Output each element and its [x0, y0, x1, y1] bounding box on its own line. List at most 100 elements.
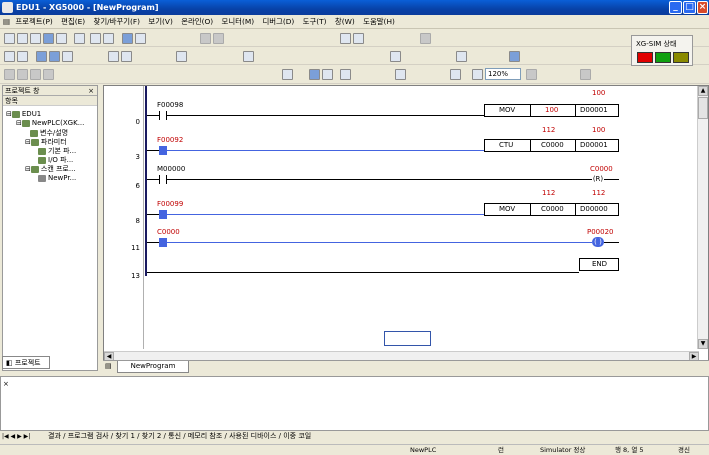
contact-no[interactable]: [159, 175, 167, 184]
scroll-thumb[interactable]: [698, 97, 708, 119]
new-file-icon[interactable]: [4, 33, 15, 44]
select-icon[interactable]: [509, 51, 520, 62]
contact-nc-icon[interactable]: [17, 69, 28, 80]
project-tab[interactable]: ◧ 프로젝트: [2, 356, 50, 369]
fit-icon[interactable]: [526, 69, 537, 80]
status-bar: NewPLC 런 Simulator 정상 행 8, 열 5 경신: [0, 444, 709, 454]
reset-coil[interactable]: (R): [592, 174, 604, 184]
stop-icon[interactable]: [135, 33, 146, 44]
view-mode-icon[interactable]: [309, 69, 320, 80]
output-tab-devices[interactable]: 사용된 디바이스: [229, 432, 276, 440]
redo-icon[interactable]: [213, 33, 224, 44]
coil-icon[interactable]: [30, 69, 41, 80]
save-icon[interactable]: [43, 33, 54, 44]
undo-icon[interactable]: [200, 33, 211, 44]
toolbar-online: [0, 48, 709, 65]
tree-item-new-program[interactable]: NewPr...: [38, 174, 76, 182]
menu-help[interactable]: 도움말(H): [360, 15, 398, 29]
tree-item-scan-program[interactable]: ⊟ 스캔 프로...: [25, 164, 76, 174]
view-ladder-icon[interactable]: [282, 69, 293, 80]
function-name: MOV: [499, 205, 516, 213]
stop-mode-icon[interactable]: [49, 51, 60, 62]
output-tab-check[interactable]: 프로그램 검사: [68, 432, 109, 440]
dot-icon[interactable]: [580, 69, 591, 80]
zoom-in-icon[interactable]: [450, 69, 461, 80]
menu-debug[interactable]: 디버그(D): [259, 15, 297, 29]
wire: [147, 242, 159, 243]
contact-no[interactable]: [159, 111, 167, 120]
monitor-icon[interactable]: [122, 33, 133, 44]
connect-icon[interactable]: [4, 51, 15, 62]
function-block[interactable]: MOV 100 D00001: [484, 104, 619, 117]
menu-tools[interactable]: 도구(T): [300, 15, 330, 29]
counter-block[interactable]: CTU C0000 D00001: [484, 139, 619, 152]
output-panel: ×: [0, 376, 709, 431]
print-icon[interactable]: [56, 33, 67, 44]
tab-new-program[interactable]: NewProgram: [117, 361, 189, 373]
toolbar-ladder: 120%: [0, 66, 709, 84]
menu-find-replace[interactable]: 찾기/바꾸기(F): [91, 15, 144, 29]
ladder-icon[interactable]: [390, 51, 401, 62]
zoom-out-icon[interactable]: [472, 69, 483, 80]
output-tab-result[interactable]: 결과: [48, 432, 61, 440]
pause-icon[interactable]: [62, 51, 73, 62]
edit-cursor[interactable]: [384, 331, 431, 346]
menu-online[interactable]: 온라인(O): [178, 15, 216, 29]
menu-edit[interactable]: 편집(E): [58, 15, 88, 29]
output-close-icon[interactable]: ×: [3, 380, 9, 388]
cut-icon[interactable]: [90, 33, 101, 44]
copy-icon[interactable]: [103, 33, 114, 44]
step-number: 3: [135, 153, 140, 161]
run-icon[interactable]: [36, 51, 47, 62]
contact-no-active[interactable]: [159, 210, 167, 219]
ladder-editor[interactable]: 0 3 6 8 11 13 F00098 MOV 100 D00001 100 …: [103, 85, 709, 363]
tab-nav-arrows-icon[interactable]: |◀ ◀ ▶ ▶|: [2, 431, 30, 442]
close-button[interactable]: ×: [697, 1, 708, 14]
minimize-button[interactable]: _: [669, 1, 682, 14]
contact-label: C0000: [157, 228, 180, 236]
end-block[interactable]: END: [579, 258, 619, 271]
function-icon[interactable]: [43, 69, 54, 80]
menu-view[interactable]: 보기(V): [145, 15, 175, 29]
view-comment-icon[interactable]: [340, 69, 351, 80]
title-bar: EDU1 - XG5000 - [NewProgram] _ □ ×: [0, 0, 709, 15]
open-folder-icon[interactable]: [30, 33, 41, 44]
contact-no-active[interactable]: [159, 146, 167, 155]
zoom-select[interactable]: 120%: [485, 68, 521, 80]
compile-icon[interactable]: [176, 51, 187, 62]
scroll-up-icon[interactable]: ▲: [698, 86, 708, 96]
wire-active: [167, 242, 592, 243]
panel-close-icon[interactable]: ×: [88, 86, 94, 96]
print-preview-icon[interactable]: [74, 33, 85, 44]
variable-icon[interactable]: [243, 51, 254, 62]
maximize-button[interactable]: □: [683, 1, 696, 14]
wire: [147, 214, 159, 215]
output-tab-comm[interactable]: 통신: [168, 432, 181, 440]
present-value: 100: [592, 126, 606, 134]
list-icon[interactable]: [456, 51, 467, 62]
output-tab-memory[interactable]: 메모리 참조: [188, 432, 222, 440]
output-tab-double-coil[interactable]: 이중 코일: [283, 432, 311, 440]
contact-no-active[interactable]: [159, 238, 167, 247]
output-tab-find2[interactable]: 찾기 2: [142, 432, 162, 440]
bookmark-icon[interactable]: [420, 33, 431, 44]
output-tab-find1[interactable]: 찾기 1: [115, 432, 135, 440]
scroll-down-icon[interactable]: ▼: [698, 339, 708, 349]
view-il-icon[interactable]: [322, 69, 333, 80]
menu-monitor[interactable]: 모니터(M): [219, 15, 258, 29]
contact-no-icon[interactable]: [4, 69, 15, 80]
output-coil-active[interactable]: ( ): [592, 237, 604, 247]
read-icon[interactable]: [121, 51, 132, 62]
device-view-icon[interactable]: [395, 69, 406, 80]
tree-item-project[interactable]: ⊟ EDU1: [6, 110, 41, 118]
write-icon[interactable]: [108, 51, 119, 62]
menu-window[interactable]: 창(W): [332, 15, 358, 29]
function-block[interactable]: MOV C0000 D00000: [484, 203, 619, 216]
open-file-icon[interactable]: [17, 33, 28, 44]
menu-project[interactable]: 프로젝트(P): [12, 15, 55, 29]
vertical-scrollbar[interactable]: ▲ ▼: [697, 86, 708, 349]
find-icon[interactable]: [340, 33, 351, 44]
replace-icon[interactable]: [353, 33, 364, 44]
tree-item-plc[interactable]: ⊟ NewPLC(XGK...: [16, 119, 84, 127]
disconnect-icon[interactable]: [17, 51, 28, 62]
